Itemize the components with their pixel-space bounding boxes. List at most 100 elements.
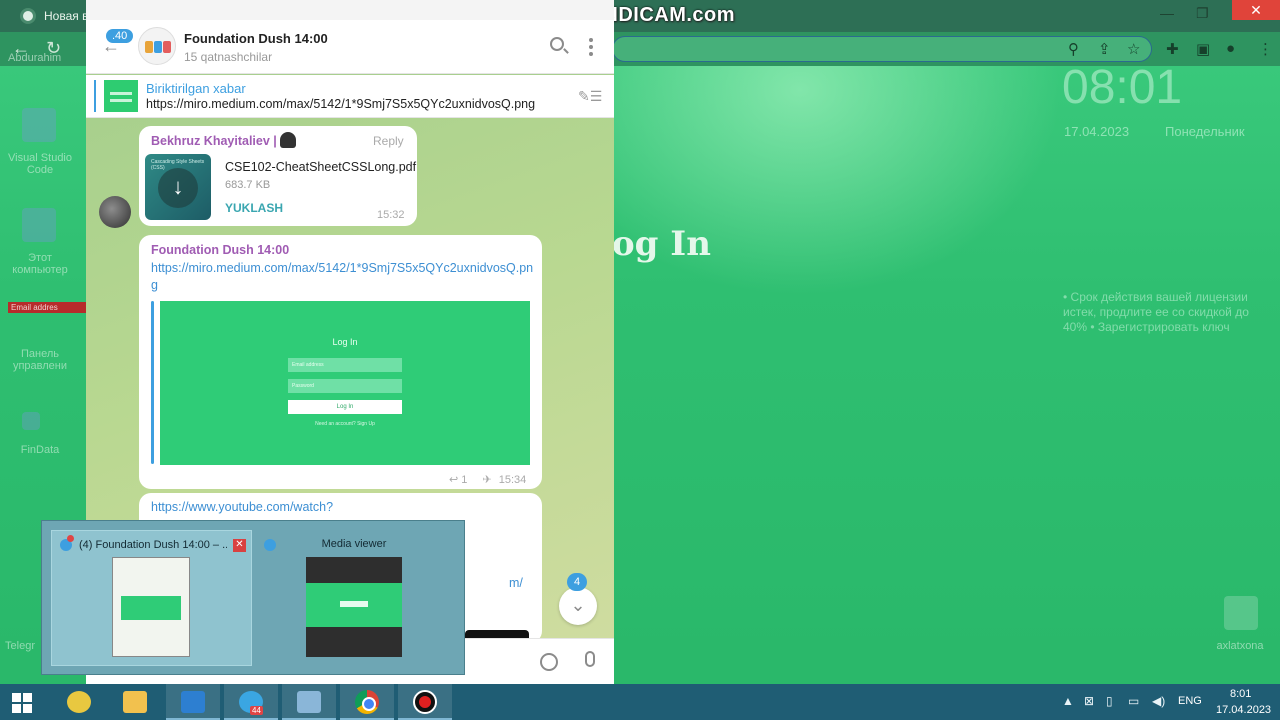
message-time: 15:32 [377,209,405,221]
ninja-emoji-icon [280,132,296,148]
file-name[interactable]: CSE102-CheatSheetCSSLong.pdf [225,160,416,174]
message-time: 15:34 [498,474,527,486]
new-messages-badge: 4 [567,573,587,591]
taskbar-clock[interactable]: 8:01 [1230,688,1251,700]
side-panel-icon[interactable]: ▣ [1196,40,1210,58]
chat-member-count: 15 qatnashchilar [184,50,273,64]
desktop-date-widget: 17.04.2023 [1064,124,1130,139]
extensions-icon[interactable]: ✚ [1166,40,1179,58]
preview-title[interactable]: Media viewer [268,538,440,550]
preview-password-field: Password [288,379,402,393]
pin-icon: ✈ [482,474,492,486]
preview-window-telegram[interactable]: (4) Foundation Dush 14:00 – ... ✕ [51,530,252,666]
message-sender[interactable]: Foundation Dush 14:00 [151,243,289,257]
download-link[interactable]: YUKLASH [225,201,283,215]
desktop-clock-widget: 08:01 [1062,61,1183,114]
search-icon[interactable] [550,37,564,51]
message-sender[interactable]: Bekhruz Khayitaliev | [151,134,277,148]
chat-header: ← .40 Foundation Dush 14:00 15 qatnashch… [86,20,614,74]
record-icon [413,690,437,714]
preview-email-field: Email address [288,358,402,372]
more-options-icon[interactable] [589,38,593,56]
vscode-desktop-icon[interactable] [22,108,56,142]
desktop-icon-label: Панель управлени [12,348,68,372]
taskbar-app-tool[interactable] [282,684,336,720]
preview-login-button: Log In [288,400,402,414]
tray-volume-icon[interactable]: ◀) [1152,694,1165,708]
taskbar-date[interactable]: 17.04.2023 [1216,704,1271,716]
pinned-message-bar[interactable]: Biriktirilgan xabar https://miro.medium.… [86,75,614,118]
preview-thumbnail [112,557,190,657]
telegram-unread-badge: 44 [250,706,263,715]
taskbar-app-bandicam[interactable] [398,684,452,720]
chrome-favicon-icon [20,8,36,24]
tray-battery-icon[interactable]: ▭ [1128,694,1139,708]
chrome-menu-icon[interactable]: ⋮ [1258,40,1273,58]
sender-avatar[interactable] [99,196,131,228]
preview-accent-bar [151,301,154,464]
window-title-strip [86,0,614,20]
file-thumbnail[interactable]: Cascading Style Sheets (CSS) ↓ [145,154,211,220]
minimize-icon[interactable]: — [1160,5,1174,21]
pinned-url: https://miro.medium.com/max/5142/1*9Smj7… [146,97,536,111]
preview-title: Log In [332,337,358,347]
desktop-icon-label: Visual Studio Code [7,152,72,176]
unread-count-badge: .40 [106,29,134,43]
close-icon[interactable]: ✕ [233,539,246,552]
bookmark-star-icon[interactable]: ☆ [1127,40,1140,58]
close-window-icon[interactable]: ✕ [1232,0,1280,20]
findata-desktop-icon[interactable] [22,412,40,430]
desktop-icon-label: axlatxona [1216,640,1264,652]
zoom-icon[interactable]: ⚲ [1068,40,1079,58]
pinned-title: Biriktirilgan xabar [146,81,246,96]
computer-desktop-icon[interactable] [22,208,56,242]
preview-thumbnail[interactable] [306,557,402,657]
restore-icon[interactable]: ❐ [1196,5,1209,22]
tray-network-icon[interactable]: ⊠ [1084,694,1094,708]
vscode-icon [181,691,205,713]
windows-start-icon[interactable] [12,693,32,713]
pinned-list-icon[interactable]: ✎☰ [578,88,602,105]
chat-title[interactable]: Foundation Dush 14:00 [184,31,328,46]
notification-dot-icon [67,535,74,542]
bee-app-icon [67,691,91,713]
desktop-icon-label: FinData [20,444,60,456]
preview-title: (4) Foundation Dush 14:00 – ... [79,539,227,551]
pinned-thumbnail [104,80,138,112]
taskbar-app-explorer[interactable] [108,684,162,720]
preview-footer: Need an account? Sign Up [315,421,375,427]
message-link[interactable]: https://www.youtube.com/watch? [151,500,333,514]
login-page-heading: og In [612,224,711,264]
tray-overflow-icon[interactable]: ▲ [1062,694,1074,708]
reply-count[interactable]: ↩ 1 [449,474,467,486]
reply-button[interactable]: Reply [373,134,404,148]
taskbar-app-chrome[interactable] [340,684,394,720]
taskbar-app-vscode[interactable] [166,684,220,720]
message-link[interactable]: https://miro.medium.com/max/5142/1*9Smj7… [151,260,536,294]
emoji-icon[interactable] [540,653,558,671]
account-label: Abdurahim [8,52,62,64]
control-panel-icon [297,691,321,713]
message-meta: ↩ 1 ✈ 15:34 [449,473,526,486]
download-icon[interactable]: ↓ [158,168,198,208]
desktop-icon-label: Этот компьютер [12,252,68,276]
taskbar-app-bee[interactable] [52,684,106,720]
message-link-tail[interactable]: m/ [509,576,523,590]
tray-device-icon[interactable]: ▯ [1106,694,1113,708]
message-bubble-file: Bekhruz Khayitaliev | Reply Cascading St… [139,126,417,226]
recycle-bin-icon[interactable] [1224,596,1258,630]
profile-icon[interactable]: ● [1226,40,1235,57]
scroll-to-bottom-button[interactable]: ⌄ [559,587,597,625]
folder-icon [123,691,147,713]
message-bubble-link: Foundation Dush 14:00 https://miro.mediu… [139,235,542,489]
input-language[interactable]: ENG [1178,695,1202,707]
share-icon[interactable]: ⇪ [1098,40,1111,58]
email-field-fragment: Email addres [8,302,90,313]
microphone-icon[interactable] [585,651,595,667]
chrome-icon [355,690,379,714]
desktop-day-widget: Понедельник [1165,124,1245,139]
desktop-icon-label: Telegr [5,640,35,652]
group-avatar[interactable] [138,27,176,65]
pinned-indicator [94,80,96,112]
link-preview-image[interactable]: Log In Email address Password Log In Nee… [160,301,530,465]
